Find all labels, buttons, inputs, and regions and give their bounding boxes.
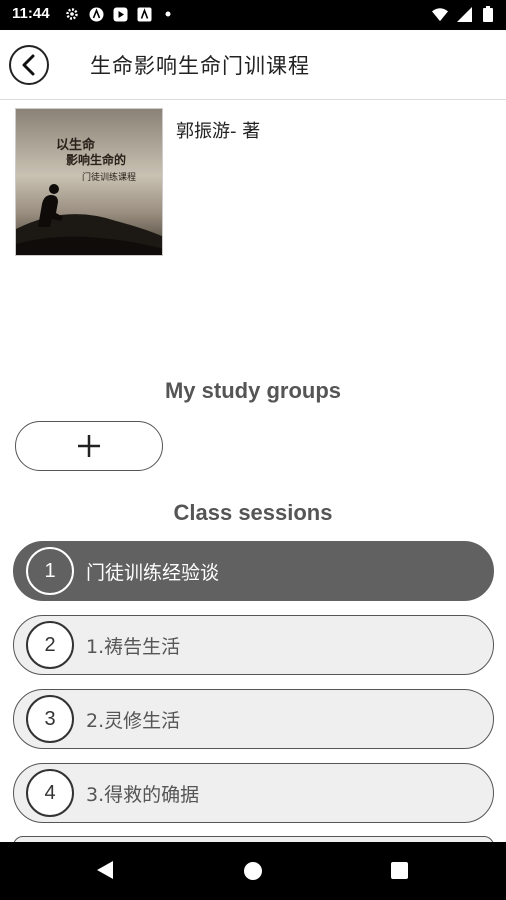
session-label: 2.灵修生活 [86,709,181,732]
settings-icon [64,6,80,22]
status-time: 11:44 [12,5,50,22]
session-number: 2 [26,621,74,669]
cover-title-line-3: 门徒训练课程 [82,171,136,183]
app-header: 生命影响生命门训课程 [0,30,506,100]
study-groups-heading: My study groups [164,378,341,403]
system-icons [432,6,496,22]
play-icon [112,6,128,22]
dot-icon [160,6,176,22]
add-study-group-button[interactable] [15,421,163,471]
battery-icon [480,6,496,22]
class-sessions-heading: Class sessions [173,500,333,525]
system-nav-bar [0,842,506,900]
cover-title-line-1: 以生命 [56,137,96,153]
signal-icon [456,6,472,22]
session-number: 3 [26,695,74,743]
session-label: 3.得救的确据 [86,783,200,806]
book-cover-image: 以生命 影响生命的 门徒训练课程 [15,108,163,256]
wifi-icon [432,6,448,22]
session-label: 1.祷告生活 [86,635,181,658]
nav-recents-icon[interactable] [391,862,408,879]
nav-home-icon[interactable] [244,862,262,880]
status-bar: 11:44 [0,0,506,30]
nav-back-icon[interactable] [96,860,114,880]
session-item-4[interactable]: 4 3.得救的确据 [13,763,494,823]
session-label: 门徒训练经验谈 [86,561,220,584]
app-a-icon [88,6,104,22]
notification-icons [64,6,176,22]
page-title: 生命影响生命门训课程 [90,54,310,78]
chevron-left-icon [22,54,35,76]
plus-icon [78,435,100,457]
session-number: 4 [26,769,74,817]
session-item-1[interactable]: 1 门徒训练经验谈 [13,541,494,601]
session-number: 1 [26,547,74,595]
back-button[interactable] [9,45,49,85]
session-item-2[interactable]: 2 1.祷告生活 [13,615,494,675]
book-author: 郭振游- 著 [176,121,261,142]
app-a-icon [136,6,152,22]
session-item-3[interactable]: 3 2.灵修生活 [13,689,494,749]
cover-title-line-2: 影响生命的 [66,152,126,167]
